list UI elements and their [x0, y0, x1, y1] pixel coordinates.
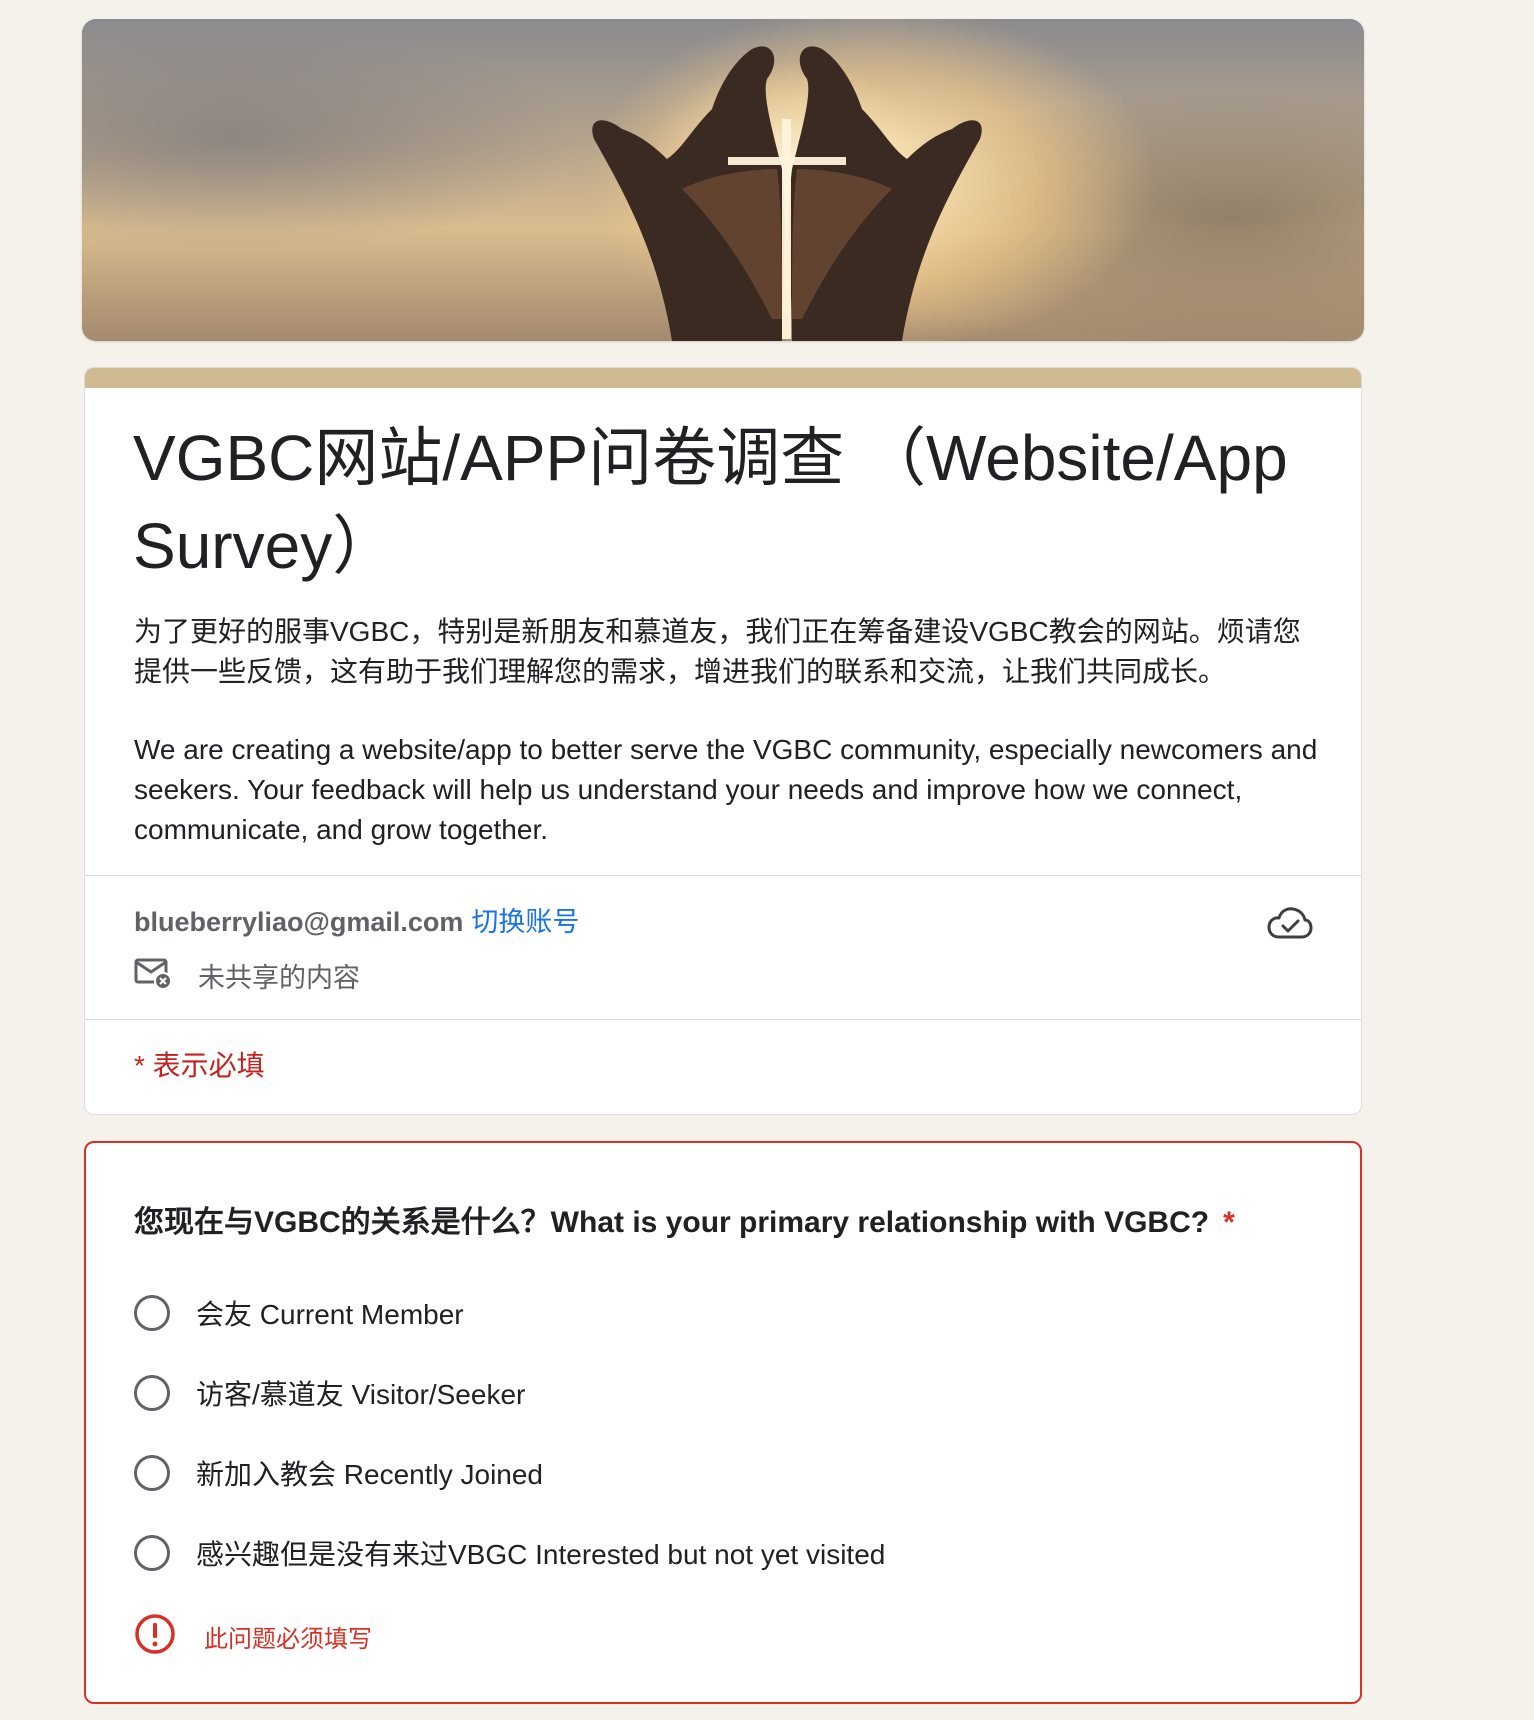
- exclamation-circle-icon: [134, 1613, 176, 1660]
- error-message: 此问题必须填写: [204, 1626, 372, 1653]
- required-asterisk: *: [1223, 1206, 1235, 1239]
- radio-option-interested[interactable]: 感兴趣但是没有来过VBGC Interested but not yet vis…: [134, 1533, 885, 1573]
- question-title-text: 您现在与VGBC的关系是什么？What is your primary rela…: [134, 1206, 1210, 1239]
- required-note: * 表示必填: [134, 1050, 265, 1081]
- validation-error: 此问题必须填写: [134, 1613, 372, 1660]
- radio-option-visitor-seeker[interactable]: 访客/慕道友 Visitor/Seeker: [134, 1373, 525, 1413]
- account-email: blueberryliao@gmail.com: [134, 907, 464, 937]
- question-card: 您现在与VGBC的关系是什么？What is your primary rela…: [84, 1141, 1362, 1704]
- form-description-english: We are creating a website/app to better …: [134, 734, 1318, 845]
- radio-button[interactable]: [134, 1295, 170, 1331]
- question-title: 您现在与VGBC的关系是什么？What is your primary rela…: [134, 1197, 1235, 1241]
- option-label: 新加入教会 Recently Joined: [196, 1459, 544, 1490]
- form-title: VGBC网站/APP问卷调查 （Website/App Survey）: [133, 422, 1288, 582]
- option-label: 感兴趣但是没有来过VBGC Interested but not yet vis…: [196, 1539, 886, 1570]
- divider: [85, 875, 1361, 876]
- radio-option-current-member[interactable]: 会友 Current Member: [134, 1293, 464, 1333]
- radio-button[interactable]: [134, 1375, 170, 1411]
- cloud-check-icon: [1267, 906, 1313, 945]
- form-header-card: VGBC网站/APP问卷调查 （Website/App Survey） 为了更好…: [84, 367, 1362, 1115]
- share-status-row: 未共享的内容: [134, 956, 360, 995]
- header-banner-image: [82, 19, 1364, 341]
- radio-button[interactable]: [134, 1455, 170, 1491]
- praying-hands-cross-image: [592, 46, 982, 341]
- form-description-chinese: 为了更好的服事VGBC，特别是新朋友和慕道友，我们正在筹备建设VGBC教会的网站…: [134, 616, 1301, 687]
- option-label: 访客/慕道友 Visitor/Seeker: [196, 1379, 526, 1410]
- mail-x-icon: [134, 957, 172, 994]
- share-status-text: 未共享的内容: [198, 963, 360, 993]
- accent-bar: [85, 368, 1361, 388]
- radio-option-recently-joined[interactable]: 新加入教会 Recently Joined: [134, 1453, 543, 1493]
- account-info: blueberryliao@gmail.com 切换账号: [134, 900, 579, 939]
- option-label: 会友 Current Member: [196, 1299, 464, 1330]
- divider: [85, 1019, 1361, 1020]
- switch-account-link[interactable]: 切换账号: [471, 907, 579, 937]
- radio-button[interactable]: [134, 1535, 170, 1571]
